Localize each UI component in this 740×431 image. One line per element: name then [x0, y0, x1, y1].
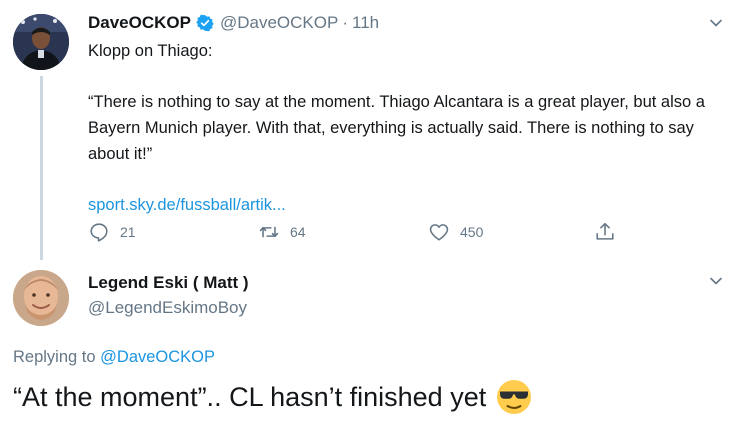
- tweet-body: Klopp on Thiago: “There is nothing to sa…: [88, 38, 728, 218]
- like-count: 450: [460, 224, 484, 240]
- handle[interactable]: @DaveOCKOP: [220, 13, 338, 33]
- replying-to-line: Replying to @DaveOCKOP: [13, 348, 215, 367]
- tweet-header: DaveOCKOP @DaveOCKOP · 11h: [88, 12, 379, 34]
- verified-icon: [196, 14, 214, 32]
- share-button[interactable]: [594, 218, 616, 246]
- replying-to-label: Replying to: [13, 348, 96, 366]
- tweet-text-intro: Klopp on Thiago:: [88, 42, 213, 60]
- chevron-down-icon[interactable]: [708, 273, 724, 289]
- tweet-text-quote: “There is nothing to say at the moment. …: [88, 93, 705, 163]
- reply-text-line: “At the moment”.. CL hasn’t finished yet: [13, 379, 532, 415]
- original-tweet[interactable]: DaveOCKOP @DaveOCKOP · 11h Klopp on Thia…: [0, 0, 740, 262]
- reply-tweet[interactable]: Legend Eski ( Matt ) @LegendEskimoBoy Re…: [0, 262, 740, 431]
- sunglasses-emoji-icon: [497, 380, 532, 414]
- tweet-actions: 21 64 450: [88, 218, 648, 246]
- reply-avatar[interactable]: [13, 270, 69, 326]
- reply-count: 21: [120, 224, 136, 240]
- timestamp[interactable]: 11h: [352, 13, 379, 33]
- retweet-button[interactable]: 64: [258, 218, 306, 246]
- retweet-icon: [259, 226, 279, 238]
- share-icon: [596, 222, 614, 240]
- retweet-count: 64: [290, 224, 306, 240]
- tweet-link[interactable]: sport.sky.de/fussball/artik...: [88, 196, 286, 214]
- avatar-image: [13, 270, 69, 326]
- reply-display-name[interactable]: Legend Eski ( Matt ): [88, 273, 249, 293]
- avatar-image: [13, 14, 69, 70]
- like-button[interactable]: 450: [428, 218, 483, 246]
- chevron-down-icon[interactable]: [708, 15, 724, 31]
- like-icon: [429, 224, 449, 241]
- display-name[interactable]: DaveOCKOP: [88, 13, 191, 33]
- reply-handle[interactable]: @LegendEskimoBoy: [88, 298, 247, 318]
- reply-icon: [90, 223, 108, 242]
- avatar[interactable]: [13, 14, 69, 70]
- thread-line: [40, 76, 43, 260]
- reply-text: “At the moment”.. CL hasn’t finished yet: [13, 381, 487, 412]
- reply-button[interactable]: 21: [88, 218, 136, 246]
- replying-to-handle[interactable]: @DaveOCKOP: [100, 348, 215, 366]
- separator-dot: ·: [342, 13, 349, 32]
